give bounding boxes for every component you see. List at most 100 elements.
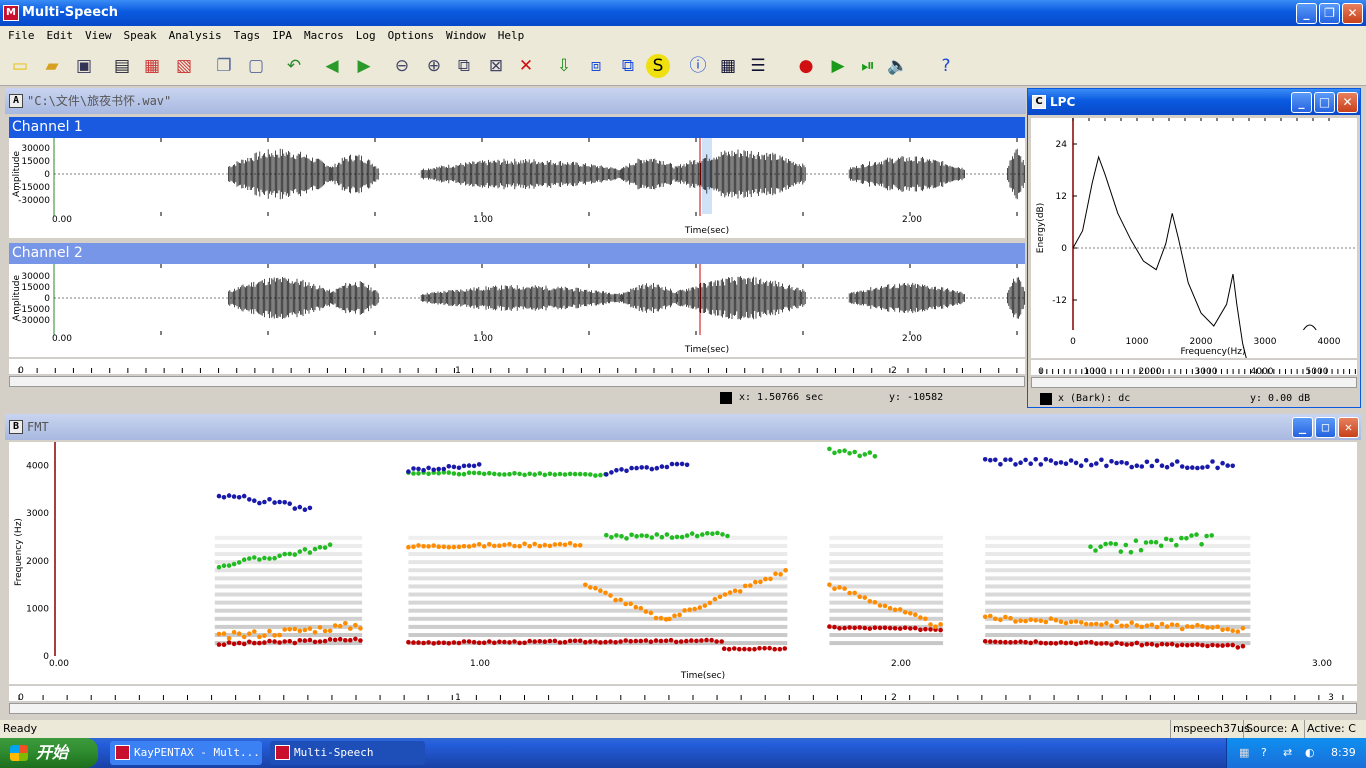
- ruler-label: 2: [891, 366, 897, 376]
- menu-analysis[interactable]: Analysis: [163, 26, 228, 46]
- download-icon[interactable]: ⇩: [552, 54, 576, 78]
- menu-tags[interactable]: Tags: [228, 26, 267, 46]
- zoom-in-icon[interactable]: ⊕: [422, 54, 446, 78]
- menu-ipa[interactable]: IPA: [266, 26, 298, 46]
- list-icon[interactable]: ☰: [746, 54, 770, 78]
- menu-speak[interactable]: Speak: [118, 26, 163, 46]
- back-icon[interactable]: ◀: [320, 54, 344, 78]
- record-icon[interactable]: ●: [794, 54, 818, 78]
- print-preview-icon[interactable]: ▦: [140, 54, 164, 78]
- usb-icon[interactable]: ⇄: [1283, 738, 1292, 768]
- lpc-close-button[interactable]: ✕: [1337, 92, 1358, 113]
- play-icon[interactable]: ▶: [826, 54, 850, 78]
- x-tick-label: 0.00: [49, 659, 69, 669]
- formant-scrollbar[interactable]: [9, 703, 1357, 714]
- formant-f1-point: [466, 639, 472, 644]
- undo-icon[interactable]: ↶: [282, 54, 306, 78]
- formant-plot[interactable]: 4000 3000 2000 1000 0 Frequency (Hz) 0.00 1.00 2…: [9, 442, 1357, 684]
- lpc-plot[interactable]: 24 12 0 -12 Energy(dB) 0 1000 2000 3000 4000 Frequ…: [1031, 118, 1357, 370]
- channel-1-plot[interactable]: 30000 15000 0 -15000 -30000 Amplitude 0.00 1.00…: [9, 138, 1025, 238]
- lpc-minimize-button[interactable]: _: [1291, 92, 1312, 113]
- close-button[interactable]: ✕: [1342, 3, 1363, 24]
- print-icon[interactable]: ▤: [110, 54, 134, 78]
- channel-2-plot[interactable]: 30000 15000 0 -15000 -30000 Amplitude 0.00 1.00…: [9, 264, 1025, 357]
- forward-icon[interactable]: ▶: [352, 54, 376, 78]
- zoom-selection-icon[interactable]: ⧉: [452, 54, 476, 78]
- table-icon[interactable]: ▦: [716, 54, 740, 78]
- s-icon[interactable]: S: [646, 54, 670, 78]
- lpc-window-title[interactable]: C LPC _ □ ✕: [1028, 89, 1360, 115]
- copy-icon[interactable]: ❐: [212, 54, 236, 78]
- time-ruler[interactable]: 0 1 2: [9, 358, 1025, 376]
- formant-f3-point: [492, 471, 497, 477]
- menu-edit[interactable]: Edit: [41, 26, 80, 46]
- formant-time-ruler[interactable]: 0 1 2 3: [9, 685, 1357, 703]
- menu-view[interactable]: View: [79, 26, 118, 46]
- formant-f4-point: [659, 464, 665, 469]
- formant-f3-point: [1098, 544, 1103, 549]
- formant-f2-point: [882, 603, 888, 609]
- channel-1-header[interactable]: Channel 1: [9, 117, 1025, 138]
- window-label: B: [9, 420, 23, 434]
- window-icon[interactable]: ⧉: [616, 54, 640, 78]
- formant-f3-point: [872, 454, 878, 459]
- formant-f2-point: [507, 541, 512, 547]
- formant-f2-point: [287, 627, 293, 632]
- volume-icon[interactable]: ◐: [1305, 738, 1315, 768]
- zoom-out-icon[interactable]: ⊖: [390, 54, 414, 78]
- fmt-close-button[interactable]: ✕: [1338, 417, 1359, 438]
- open-folder-icon[interactable]: ▰: [40, 54, 64, 78]
- menu-window[interactable]: Window: [440, 26, 492, 46]
- new-file-icon[interactable]: ▭: [8, 54, 32, 78]
- formant-f1-point: [507, 640, 512, 645]
- formant-f3-point: [837, 449, 842, 454]
- formant-f1-point: [923, 626, 928, 632]
- help-icon[interactable]: ?: [934, 54, 958, 78]
- formant-f2-point: [241, 634, 247, 640]
- app-icon[interactable]: M: [3, 5, 19, 21]
- speaker-icon[interactable]: 🔈: [886, 54, 910, 78]
- play-selection-icon[interactable]: ⏯: [856, 54, 880, 78]
- save-icon[interactable]: ▣: [72, 54, 96, 78]
- formant-f1-point: [1215, 643, 1220, 648]
- formant-f3-point: [257, 557, 262, 562]
- app-title-bar[interactable]: M Multi-Speech _ ❐ ✕: [0, 0, 1366, 26]
- paste-icon[interactable]: ▢: [244, 54, 268, 78]
- compare-icon[interactable]: ⧈: [584, 54, 608, 78]
- delete-icon[interactable]: ✕: [514, 54, 538, 78]
- fmt-maximize-button[interactable]: □: [1315, 417, 1336, 438]
- formant-f1-point: [583, 639, 588, 645]
- menu-log[interactable]: Log: [350, 26, 382, 46]
- lpc-window[interactable]: C LPC _ □ ✕ 24 12 0 -12 Energy(dB) 0 1000 2000 3…: [1027, 88, 1361, 408]
- waveform-window-title[interactable]: A "C:\文件\旅夜书怀.wav": [5, 88, 1026, 114]
- zoom-clear-icon[interactable]: ⊠: [484, 54, 508, 78]
- waveform-window[interactable]: A "C:\文件\旅夜书怀.wav" Channel 1 30000 15000 0…: [5, 88, 1026, 408]
- start-button[interactable]: 开始: [0, 738, 98, 768]
- horizontal-scrollbar[interactable]: [9, 376, 1025, 387]
- keyboard-icon[interactable]: ▦: [1239, 738, 1249, 768]
- fmt-minimize-button[interactable]: _: [1292, 417, 1313, 438]
- help-tray-icon[interactable]: ?: [1261, 738, 1267, 768]
- channel-2-header[interactable]: Channel 2: [9, 243, 1025, 264]
- y-tick-label: 0: [1061, 244, 1067, 254]
- formant-f1-point: [282, 639, 288, 644]
- formant-f2-point: [1099, 622, 1104, 627]
- restore-button[interactable]: ❐: [1319, 3, 1340, 24]
- formant-window[interactable]: B FMT _ □ ✕ 4000 3000 2000 1000 0 Frequency (…: [5, 414, 1361, 716]
- taskbar-item-multispeech[interactable]: Multi-Speech: [270, 741, 425, 765]
- minimize-button[interactable]: _: [1296, 3, 1317, 24]
- lpc-scrollbar[interactable]: [1031, 377, 1357, 388]
- menu-help[interactable]: Help: [492, 26, 531, 46]
- menu-options[interactable]: Options: [382, 26, 440, 46]
- menu-macros[interactable]: Macros: [298, 26, 350, 46]
- formant-window-title[interactable]: B FMT _ □ ✕: [5, 414, 1361, 440]
- lpc-maximize-button[interactable]: □: [1314, 92, 1335, 113]
- info-icon[interactable]: ⓘ: [686, 54, 710, 78]
- formant-f4-point: [426, 465, 431, 471]
- frequency-ruler[interactable]: 0 1000 2000 3000 4000 5000: [1031, 359, 1357, 377]
- export-icon[interactable]: ▧: [172, 54, 196, 78]
- menu-file[interactable]: File: [2, 26, 41, 46]
- formant-f1-point: [1043, 641, 1049, 646]
- taskbar-item-kaypentax[interactable]: KayPENTAX - Mult...: [110, 741, 262, 765]
- formant-f4-point: [282, 500, 288, 505]
